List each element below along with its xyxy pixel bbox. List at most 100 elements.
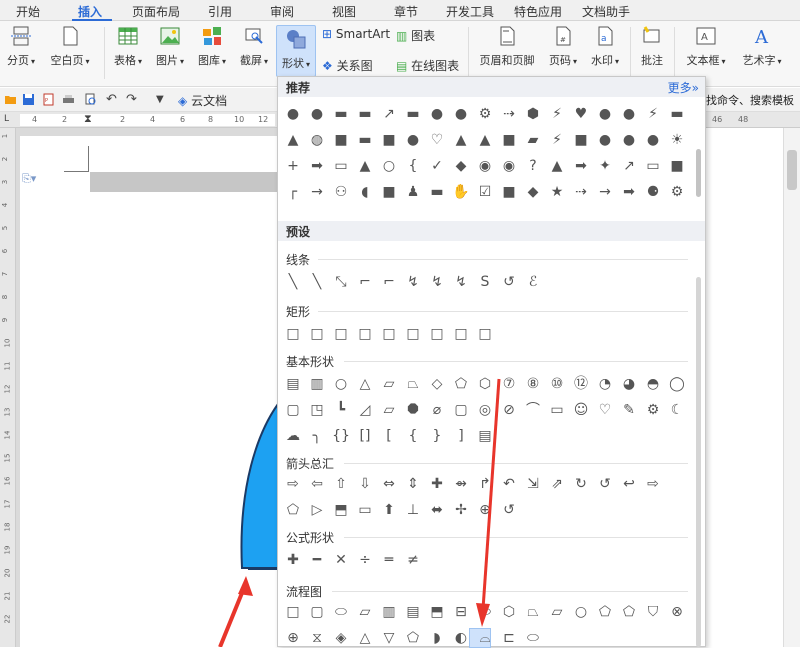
shape-option-icon[interactable]: ⇴ [452, 475, 470, 493]
shape-option-icon[interactable]: □ [308, 325, 326, 343]
shape-option-icon[interactable]: } [428, 427, 446, 445]
shape-option-icon[interactable]: ⇨ [284, 475, 302, 493]
shape-option-icon[interactable]: ☾ [668, 401, 686, 419]
tab-developer[interactable]: 开发工具 [446, 3, 494, 20]
shapes-button[interactable]: 形状 ▾ [276, 25, 316, 77]
shape-option-icon[interactable]: ⇨ [644, 475, 662, 493]
shape-option-icon[interactable]: ÷ [356, 551, 374, 569]
shape-option-icon[interactable]: ⬒ [428, 603, 446, 621]
open-folder-icon[interactable] [4, 93, 17, 106]
shape-option-icon[interactable]: ▢ [452, 401, 470, 419]
tab-view[interactable]: 视图 [332, 3, 356, 20]
print-icon[interactable] [62, 93, 75, 106]
shape-option-icon[interactable]: ≠ [404, 551, 422, 569]
gallery-button[interactable]: 图库 ▾ [194, 25, 230, 68]
shape-option-icon[interactable]: ◆ [452, 157, 470, 175]
shape-option-icon[interactable]: ▤ [404, 603, 422, 621]
shape-option-icon[interactable]: ● [620, 105, 638, 123]
relation-chart-button[interactable]: ❖ 关系图 [322, 57, 373, 74]
shape-option-icon[interactable]: ■ [380, 183, 398, 201]
shape-option-icon[interactable]: ▷ [308, 501, 326, 519]
shape-option-icon[interactable]: ⬒ [332, 501, 350, 519]
comment-button[interactable]: 批注 [636, 25, 668, 68]
shape-option-icon[interactable]: → [596, 183, 614, 201]
shape-option-icon[interactable]: ■ [500, 131, 518, 149]
shape-option-icon[interactable]: □ [476, 325, 494, 343]
tab-references[interactable]: 引用 [208, 3, 232, 20]
shape-option-icon[interactable]: ● [596, 131, 614, 149]
tab-doc-assistant[interactable]: 文档助手 [582, 3, 630, 20]
shape-option-icon[interactable]: ⚡ [644, 105, 662, 123]
shape-option-icon[interactable]: ▲ [476, 131, 494, 149]
shape-option-icon[interactable]: ⇩ [356, 475, 374, 493]
shape-option-icon[interactable]: ↗ [620, 157, 638, 175]
header-footer-button[interactable]: 页眉和页脚 [474, 25, 540, 68]
tab-insert[interactable]: 插入 [78, 3, 102, 20]
shape-option-icon[interactable]: ⛉ [644, 603, 662, 621]
smartart-button[interactable]: ⊞ SmartArt [322, 27, 390, 41]
shape-option-icon[interactable]: ⬭ [332, 603, 350, 621]
shape-option-icon[interactable]: ■ [380, 131, 398, 149]
shape-option-icon[interactable]: ▭ [332, 157, 350, 175]
blank-page-button[interactable]: 空白页 ▾ [44, 25, 96, 68]
shape-option-icon[interactable]: ■ [668, 157, 686, 175]
shape-option-icon[interactable]: ★ [548, 183, 566, 201]
shape-option-icon[interactable]: ◆ [524, 183, 542, 201]
print-preview-icon[interactable] [84, 93, 97, 106]
shape-option-icon[interactable]: ▭ [644, 157, 662, 175]
shape-option-icon[interactable]: ⚡ [548, 131, 566, 149]
shape-option-icon[interactable]: { [404, 157, 422, 175]
shape-option-icon[interactable]: ▢ [284, 401, 302, 419]
shape-option-icon[interactable]: ▬ [428, 183, 446, 201]
screenshot-button[interactable]: 截屏 ▾ [236, 25, 272, 68]
command-search-hint[interactable]: 找命令、搜索模板 [706, 92, 794, 108]
shape-option-icon[interactable]: ? [524, 157, 542, 175]
export-pdf-icon[interactable]: P [42, 93, 55, 106]
shape-option-icon[interactable]: ▭ [548, 401, 566, 419]
vertical-scrollbar[interactable] [783, 128, 800, 647]
shape-option-icon[interactable]: ♥ [572, 105, 590, 123]
blue-shape[interactable] [240, 402, 278, 569]
shape-option-icon[interactable]: ⑩ [548, 375, 566, 393]
shape-option-icon[interactable]: ⇔ [380, 475, 398, 493]
tab-stop-icon[interactable]: L [4, 114, 9, 124]
shape-option-icon[interactable]: + [284, 157, 302, 175]
shape-option-icon[interactable]: ⌐ [356, 273, 374, 291]
panel-scroll-track[interactable] [696, 277, 701, 647]
shape-option-icon[interactable]: ↯ [404, 273, 422, 291]
shape-option-icon[interactable]: ▱ [548, 603, 566, 621]
shape-option-icon[interactable]: ● [308, 105, 326, 123]
shape-option-icon[interactable]: ⏢ [524, 603, 542, 621]
shape-option-icon[interactable]: ▲ [356, 157, 374, 175]
shape-option-icon[interactable]: ⚈ [644, 183, 662, 201]
shape-option-icon[interactable]: ⚙ [668, 183, 686, 201]
shape-option-icon[interactable]: ⑫ [572, 375, 590, 393]
shape-option-icon[interactable]: ✓ [428, 157, 446, 175]
shape-option-icon[interactable]: ■ [332, 131, 350, 149]
shape-option-icon[interactable]: ● [620, 131, 638, 149]
shape-option-icon[interactable]: ╲ [308, 273, 326, 291]
shape-option-icon[interactable]: {} [332, 427, 350, 445]
save-icon[interactable] [22, 93, 35, 106]
shape-option-icon[interactable]: ● [452, 105, 470, 123]
shape-option-icon[interactable]: ⇢ [500, 105, 518, 123]
shape-option-icon[interactable]: ⬠ [452, 375, 470, 393]
shape-option-icon[interactable]: ● [284, 105, 302, 123]
page-break-button[interactable]: 分页 ▾ [4, 25, 38, 68]
tab-page-layout[interactable]: 页面布局 [132, 3, 180, 20]
shape-option-icon[interactable]: □ [380, 325, 398, 343]
shape-option-icon[interactable]: ■ [572, 131, 590, 149]
watermark-button[interactable]: a 水印 ▾ [586, 25, 624, 68]
tab-special[interactable]: 特色应用 [514, 3, 562, 20]
shape-option-icon[interactable]: ⚙ [644, 401, 662, 419]
shape-option-icon[interactable]: ☀ [668, 131, 686, 149]
shape-option-icon[interactable]: [ [380, 427, 398, 445]
shape-option-icon[interactable]: □ [284, 325, 302, 343]
page-number-button[interactable]: # 页码 ▾ [544, 25, 582, 68]
shape-option-icon[interactable]: ⇧ [332, 475, 350, 493]
shape-option-icon[interactable]: { [404, 427, 422, 445]
shape-option-icon[interactable]: ⌐ [380, 273, 398, 291]
shape-option-icon[interactable]: ♡ [428, 131, 446, 149]
shape-option-icon[interactable]: ⌒ [524, 401, 542, 419]
shape-option-icon[interactable]: ⊗ [668, 603, 686, 621]
